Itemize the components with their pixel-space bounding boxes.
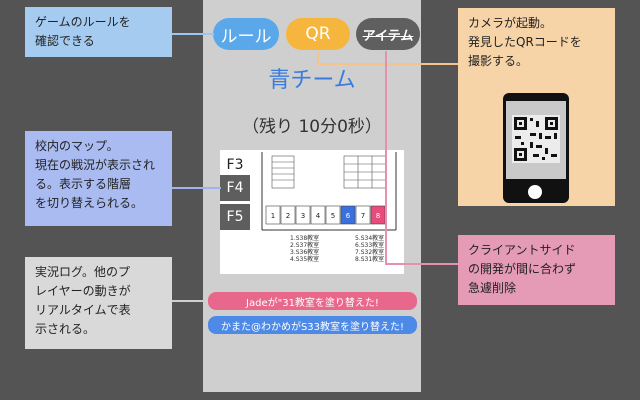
note-map: 校内のマップ。 現在の戦況が表示され る。表示する階層 を切り替えられる。: [25, 131, 172, 226]
room-label: 8.S31教室: [355, 256, 385, 263]
room-list-right: 5.S34教室 6.S33教室 7.S32教室 8.S31教室: [355, 235, 384, 263]
floor-button-f4[interactable]: F4: [220, 175, 250, 201]
room-label: 5.S34教室: [355, 235, 385, 242]
note-qr: カメラが起動。 発見したQRコードを 撮影する。: [458, 8, 615, 206]
note-log-text: 実況ログ。他のプ レイヤーの動きが リアルタイムで表 示される。: [35, 265, 131, 336]
school-map: F3 F4 F5 12 3 4 5 6 7 8 1.S38教室 2.S37教室 …: [220, 150, 404, 274]
note-item-removed: クライアントサイド の開発が間に合わず 急遽削除: [458, 235, 615, 305]
note-rule-text: ゲームのルールを 確認できる: [35, 15, 131, 48]
room-label: 7.S32教室: [355, 249, 385, 256]
tab-qr[interactable]: QR: [286, 18, 350, 50]
note-map-text: 校内のマップ。 現在の戦況が表示され る。表示する階層 を切り替えられる。: [35, 139, 156, 210]
phone-screen: ルール QR アイテム 青チーム （残り 10分0秒） F3 F4 F5 1 2…: [203, 0, 421, 392]
tab-item[interactable]: アイテム: [356, 18, 420, 50]
note-rule-tab: ゲームのルールを 確認できる: [25, 7, 172, 57]
room-label: 6.S33教室: [355, 242, 385, 249]
qr-code-icon: [512, 115, 560, 163]
room-list-left: 1.S38教室 2.S37教室 3.S36教室 4.S35教室: [290, 235, 319, 263]
shutter-button[interactable]: [528, 185, 542, 199]
staircase-left: [271, 155, 295, 189]
classroom-number: 4: [316, 212, 321, 220]
classroom-number: 3: [301, 212, 305, 220]
note-log: 実況ログ。他のプ レイヤーの動きが リアルタイムで表 示される。: [25, 257, 172, 349]
floor-button-f5[interactable]: F5: [220, 204, 250, 230]
room-label: 4.S35教室: [290, 256, 320, 263]
note-cut-text: クライアントサイド の開発が間に合わず 急遽削除: [468, 243, 577, 295]
classroom-number: 7: [361, 212, 365, 220]
camera-preview-phone: [503, 93, 569, 203]
room-label: 1.S38教室: [290, 235, 320, 242]
classroom-number: 5: [331, 212, 335, 220]
team-name: 青チーム: [268, 68, 356, 93]
live-log-item: かまた@わかめがS33教室を塗り替えた!: [208, 316, 417, 334]
room-label: 3.S36教室: [290, 249, 320, 256]
staircase-right: [343, 155, 387, 189]
classroom-number: 6: [346, 212, 351, 220]
live-log-item: Jadeが"31教室を塗り替えた!: [208, 292, 417, 310]
tab-rule[interactable]: ルール: [213, 18, 279, 50]
note-qr-text: カメラが起動。 発見したQRコードを 撮影する。: [468, 16, 582, 68]
classroom-number: 8: [376, 212, 380, 220]
classroom-number: 1: [271, 212, 275, 220]
time-remaining: （残り 10分0秒）: [242, 117, 382, 137]
room-label: 2.S37教室: [290, 242, 320, 249]
classroom-number: 2: [286, 212, 290, 220]
